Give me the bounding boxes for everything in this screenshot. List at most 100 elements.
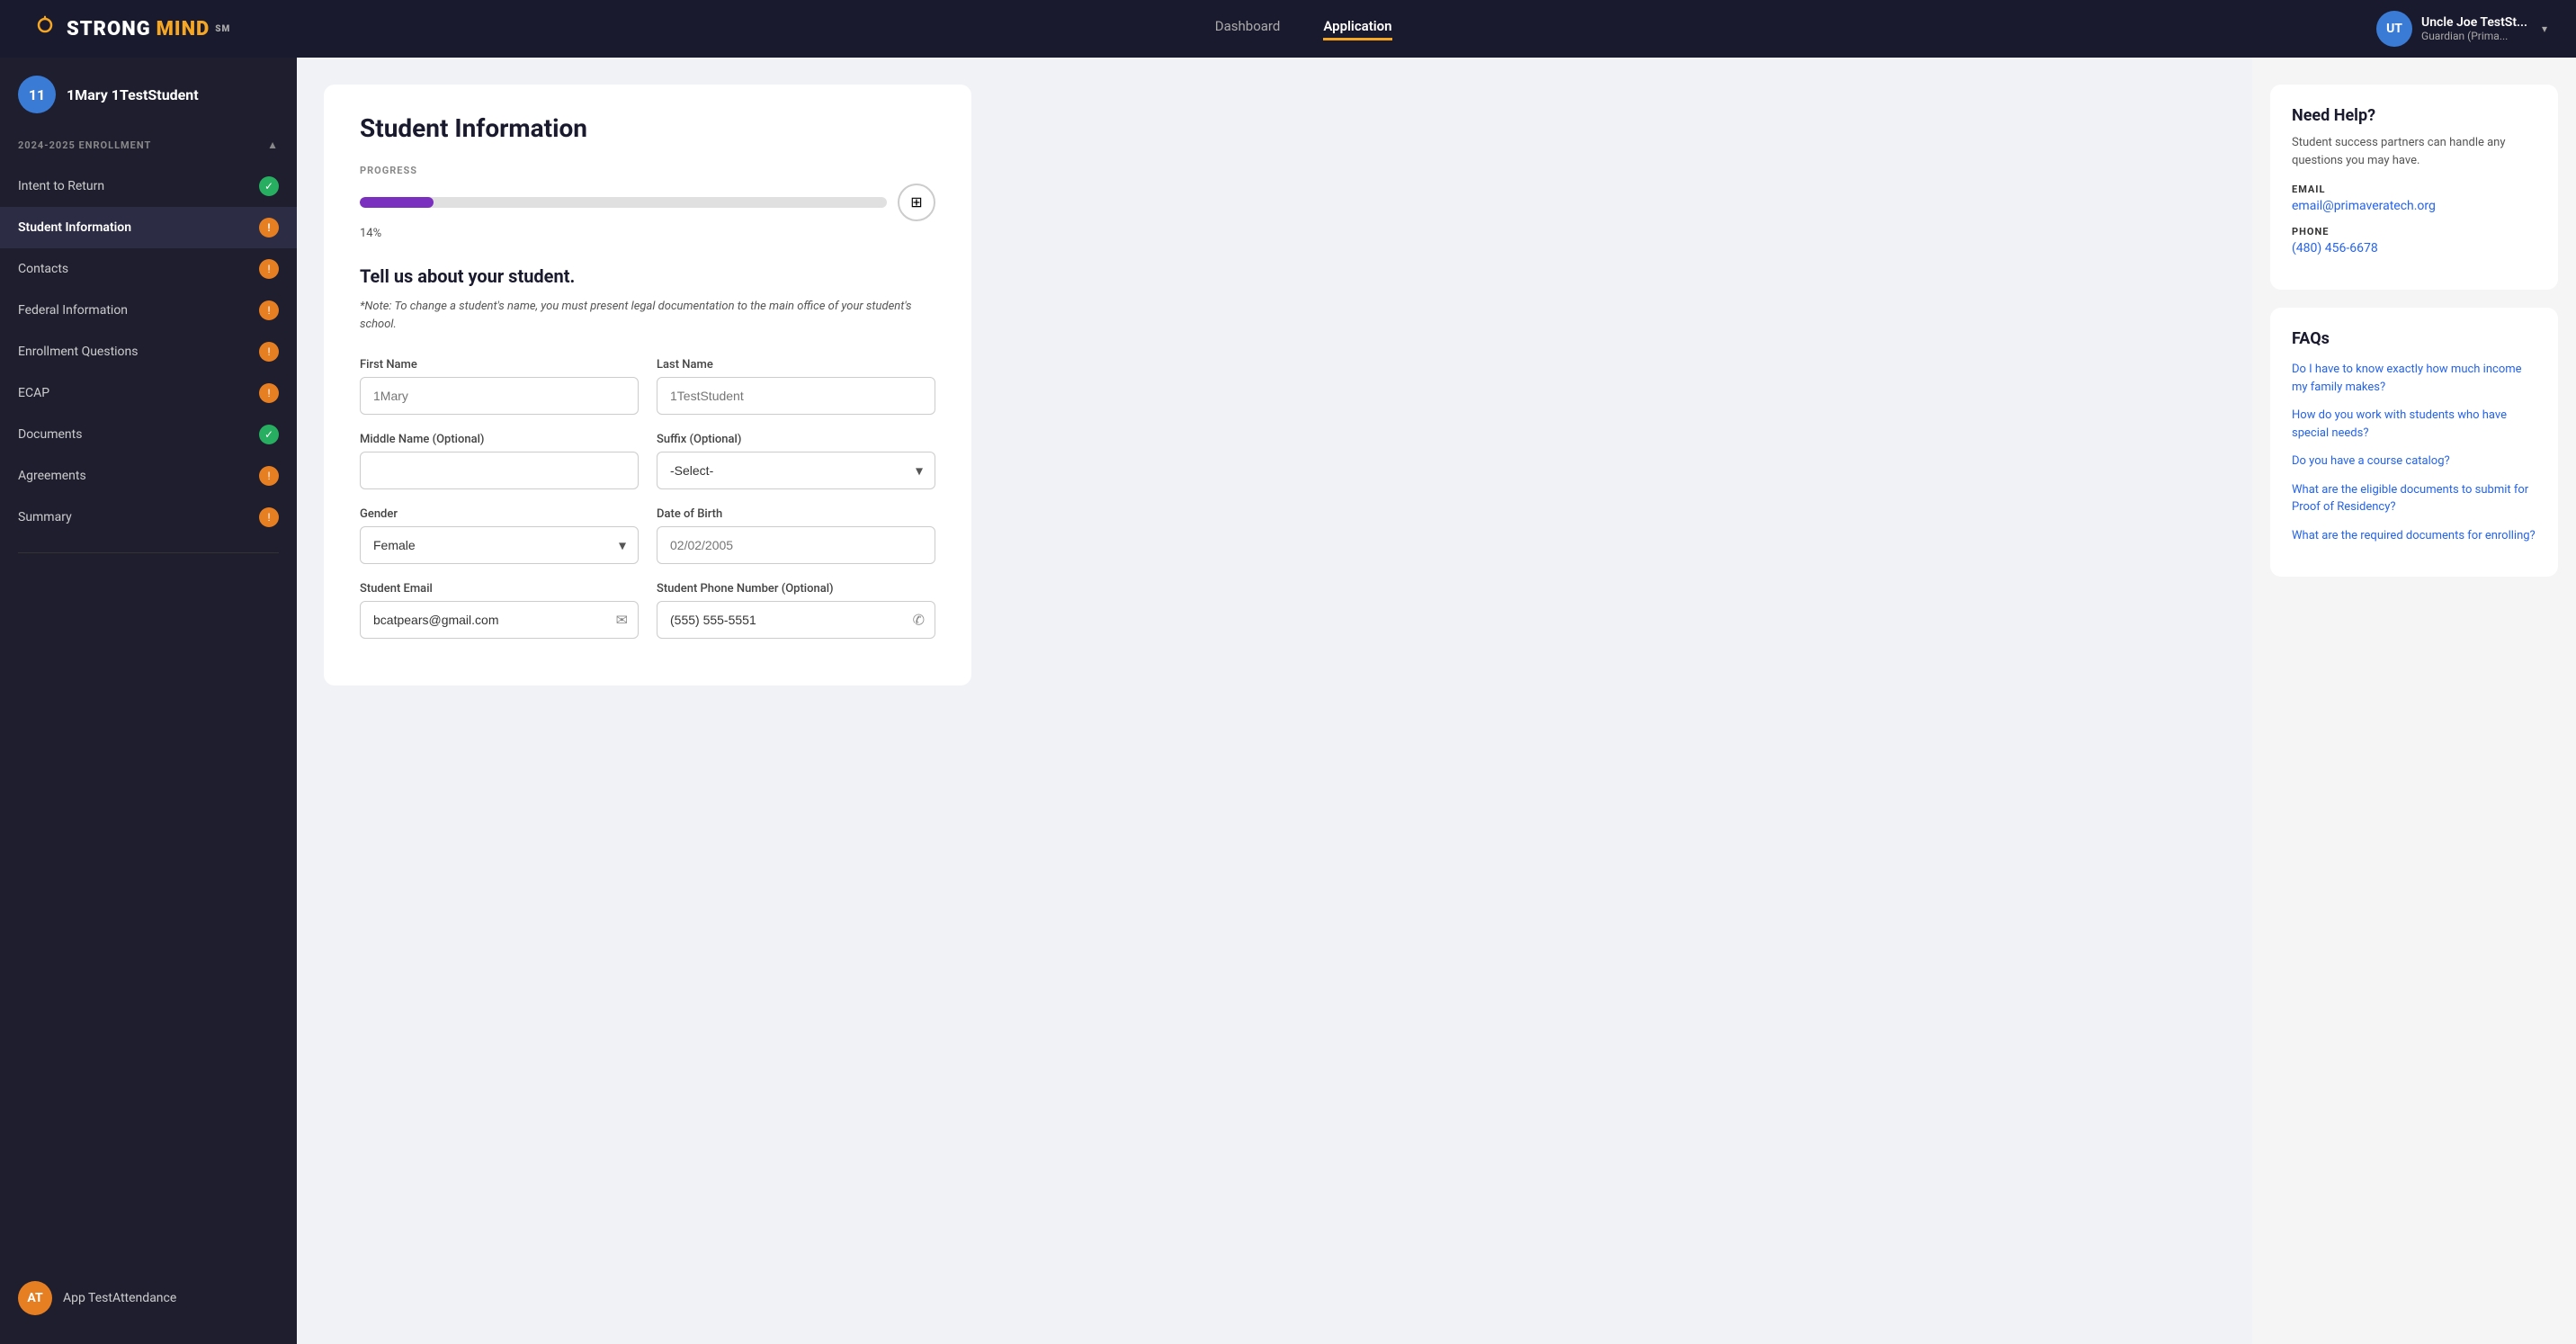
middle-name-group: Middle Name (Optional) [360,433,639,489]
user-info: Uncle Joe TestSt... Guardian (Prima... [2421,15,2527,42]
sidebar-item-enrollment-questions[interactable]: Enrollment Questions ! [0,331,297,372]
faq-item-1[interactable]: How do you work with students who have s… [2292,407,2536,442]
user-avatar: UT [2376,11,2412,47]
section-title: Student Information [360,113,935,143]
status-icon-orange-ecap: ! [259,383,279,403]
faq-item-0[interactable]: Do I have to know exactly how much incom… [2292,361,2536,396]
progress-bar-container: ⊞ [360,184,935,221]
header-user[interactable]: UT Uncle Joe TestSt... Guardian (Prima..… [2376,11,2547,47]
header-nav: Dashboard Application [230,18,2376,40]
sidebar-item-agreements[interactable]: Agreements ! [0,455,297,497]
status-icon-orange-agreements: ! [259,466,279,486]
user-name: Uncle Joe TestSt... [2421,15,2527,30]
email-input-wrapper: ✉ [360,601,639,639]
last-name-label: Last Name [657,358,935,372]
dob-group: Date of Birth [657,507,935,564]
email-contact-label: EMAIL [2292,184,2536,195]
name-row: First Name Last Name [360,358,935,415]
status-icon-orange-enrollment: ! [259,342,279,362]
bottom-avatar: AT [18,1281,52,1315]
chevron-up-icon[interactable]: ▲ [267,139,279,151]
note-text: *Note: To change a student's name, you m… [360,298,935,333]
phone-icon: ✆ [913,612,925,629]
right-panel: Need Help? Student success partners can … [2252,58,2576,1344]
middle-suffix-row: Middle Name (Optional) Suffix (Optional)… [360,433,935,489]
phone-input[interactable] [657,601,935,639]
progress-percent: 14% [360,227,935,240]
enrollment-title: 2024-2025 ENROLLMENT ▲ [18,139,279,151]
student-header: 11 1Mary 1TestStudent [0,76,297,128]
suffix-select[interactable]: -Select- Jr. Sr. II III IV [657,452,935,489]
nav-application[interactable]: Application [1323,18,1391,40]
email-contact-value[interactable]: email@primaveratech.org [2292,199,2536,213]
main-content: Student Information PROGRESS ⊞ 14% Tell … [297,58,2252,1344]
last-name-input[interactable] [657,377,935,415]
sidebar-divider [18,552,279,553]
chevron-down-icon: ▾ [2542,22,2547,35]
faq-item-2[interactable]: Do you have a course catalog? [2292,452,2536,470]
sidebar-item-contacts[interactable]: Contacts ! [0,248,297,290]
bottom-user: AT App TestAttendance [0,1270,297,1326]
phone-contact-label: PHONE [2292,226,2536,237]
enrollment-section: 2024-2025 ENROLLMENT ▲ [0,128,297,158]
email-input[interactable] [360,601,639,639]
sidebar-item-student-information[interactable]: Student Information ! [0,207,297,248]
sidebar-items: Intent to Return ✓ Student Information !… [0,166,297,538]
first-name-group: First Name [360,358,639,415]
first-name-label: First Name [360,358,639,372]
nav-dashboard[interactable]: Dashboard [1215,18,1281,40]
phone-contact-value[interactable]: (480) 456-6678 [2292,241,2536,255]
dob-label: Date of Birth [657,507,935,521]
logo-strong: STRONG [67,18,151,40]
last-name-group: Last Name [657,358,935,415]
progress-bar-bg [360,197,887,208]
middle-name-input[interactable] [360,452,639,489]
student-name: 1Mary 1TestStudent [67,86,199,103]
progress-section: PROGRESS ⊞ 14% [360,165,935,240]
sidebar: 11 1Mary 1TestStudent 2024-2025 ENROLLME… [0,58,297,1344]
gender-dob-row: Gender Female Male Non-binary Other Pref… [360,507,935,564]
email-label: Student Email [360,582,639,596]
email-icon: ✉ [616,612,628,629]
student-badge: 11 [18,76,56,113]
gender-group: Gender Female Male Non-binary Other Pref… [360,507,639,564]
faq-item-3[interactable]: What are the eligible documents to submi… [2292,481,2536,516]
layout: 11 1Mary 1TestStudent 2024-2025 ENROLLME… [0,58,2576,1344]
progress-icon-button[interactable]: ⊞ [898,184,935,221]
gender-select[interactable]: Female Male Non-binary Other Prefer not … [360,526,639,564]
logo[interactable]: STRONGMINDSM [29,13,230,45]
help-card: Need Help? Student success partners can … [2270,85,2558,290]
status-icon-green-docs: ✓ [259,425,279,444]
middle-name-label: Middle Name (Optional) [360,433,639,446]
suffix-select-wrapper: -Select- Jr. Sr. II III IV [657,452,935,489]
status-icon-green: ✓ [259,176,279,196]
tell-us-heading: Tell us about your student. [360,265,935,287]
bottom-user-name: App TestAttendance [63,1291,176,1305]
progress-bar-fill [360,197,434,208]
sidebar-item-intent-to-return[interactable]: Intent to Return ✓ [0,166,297,207]
suffix-label: Suffix (Optional) [657,433,935,446]
suffix-group: Suffix (Optional) -Select- Jr. Sr. II II… [657,433,935,489]
email-phone-row: Student Email ✉ Student Phone Number (Op… [360,582,935,639]
gender-label: Gender [360,507,639,521]
help-title: Need Help? [2292,106,2536,125]
gender-select-wrapper: Female Male Non-binary Other Prefer not … [360,526,639,564]
faq-item-4[interactable]: What are the required documents for enro… [2292,527,2536,545]
logo-trademark: SM [215,24,230,34]
first-name-input[interactable] [360,377,639,415]
faq-card: FAQs Do I have to know exactly how much … [2270,308,2558,577]
status-icon-orange-summary: ! [259,507,279,527]
progress-label: PROGRESS [360,165,935,176]
sidebar-item-summary[interactable]: Summary ! [0,497,297,538]
header: STRONGMINDSM Dashboard Application UT Un… [0,0,2576,58]
sidebar-item-ecap[interactable]: ECAP ! [0,372,297,414]
help-description: Student success partners can handle any … [2292,134,2536,169]
phone-label: Student Phone Number (Optional) [657,582,935,596]
status-icon-orange-contacts: ! [259,259,279,279]
phone-group: Student Phone Number (Optional) ✆ [657,582,935,639]
sidebar-item-documents[interactable]: Documents ✓ [0,414,297,455]
sidebar-item-federal-information[interactable]: Federal Information ! [0,290,297,331]
dob-input[interactable] [657,526,935,564]
status-icon-orange: ! [259,218,279,237]
phone-input-wrapper: ✆ [657,601,935,639]
